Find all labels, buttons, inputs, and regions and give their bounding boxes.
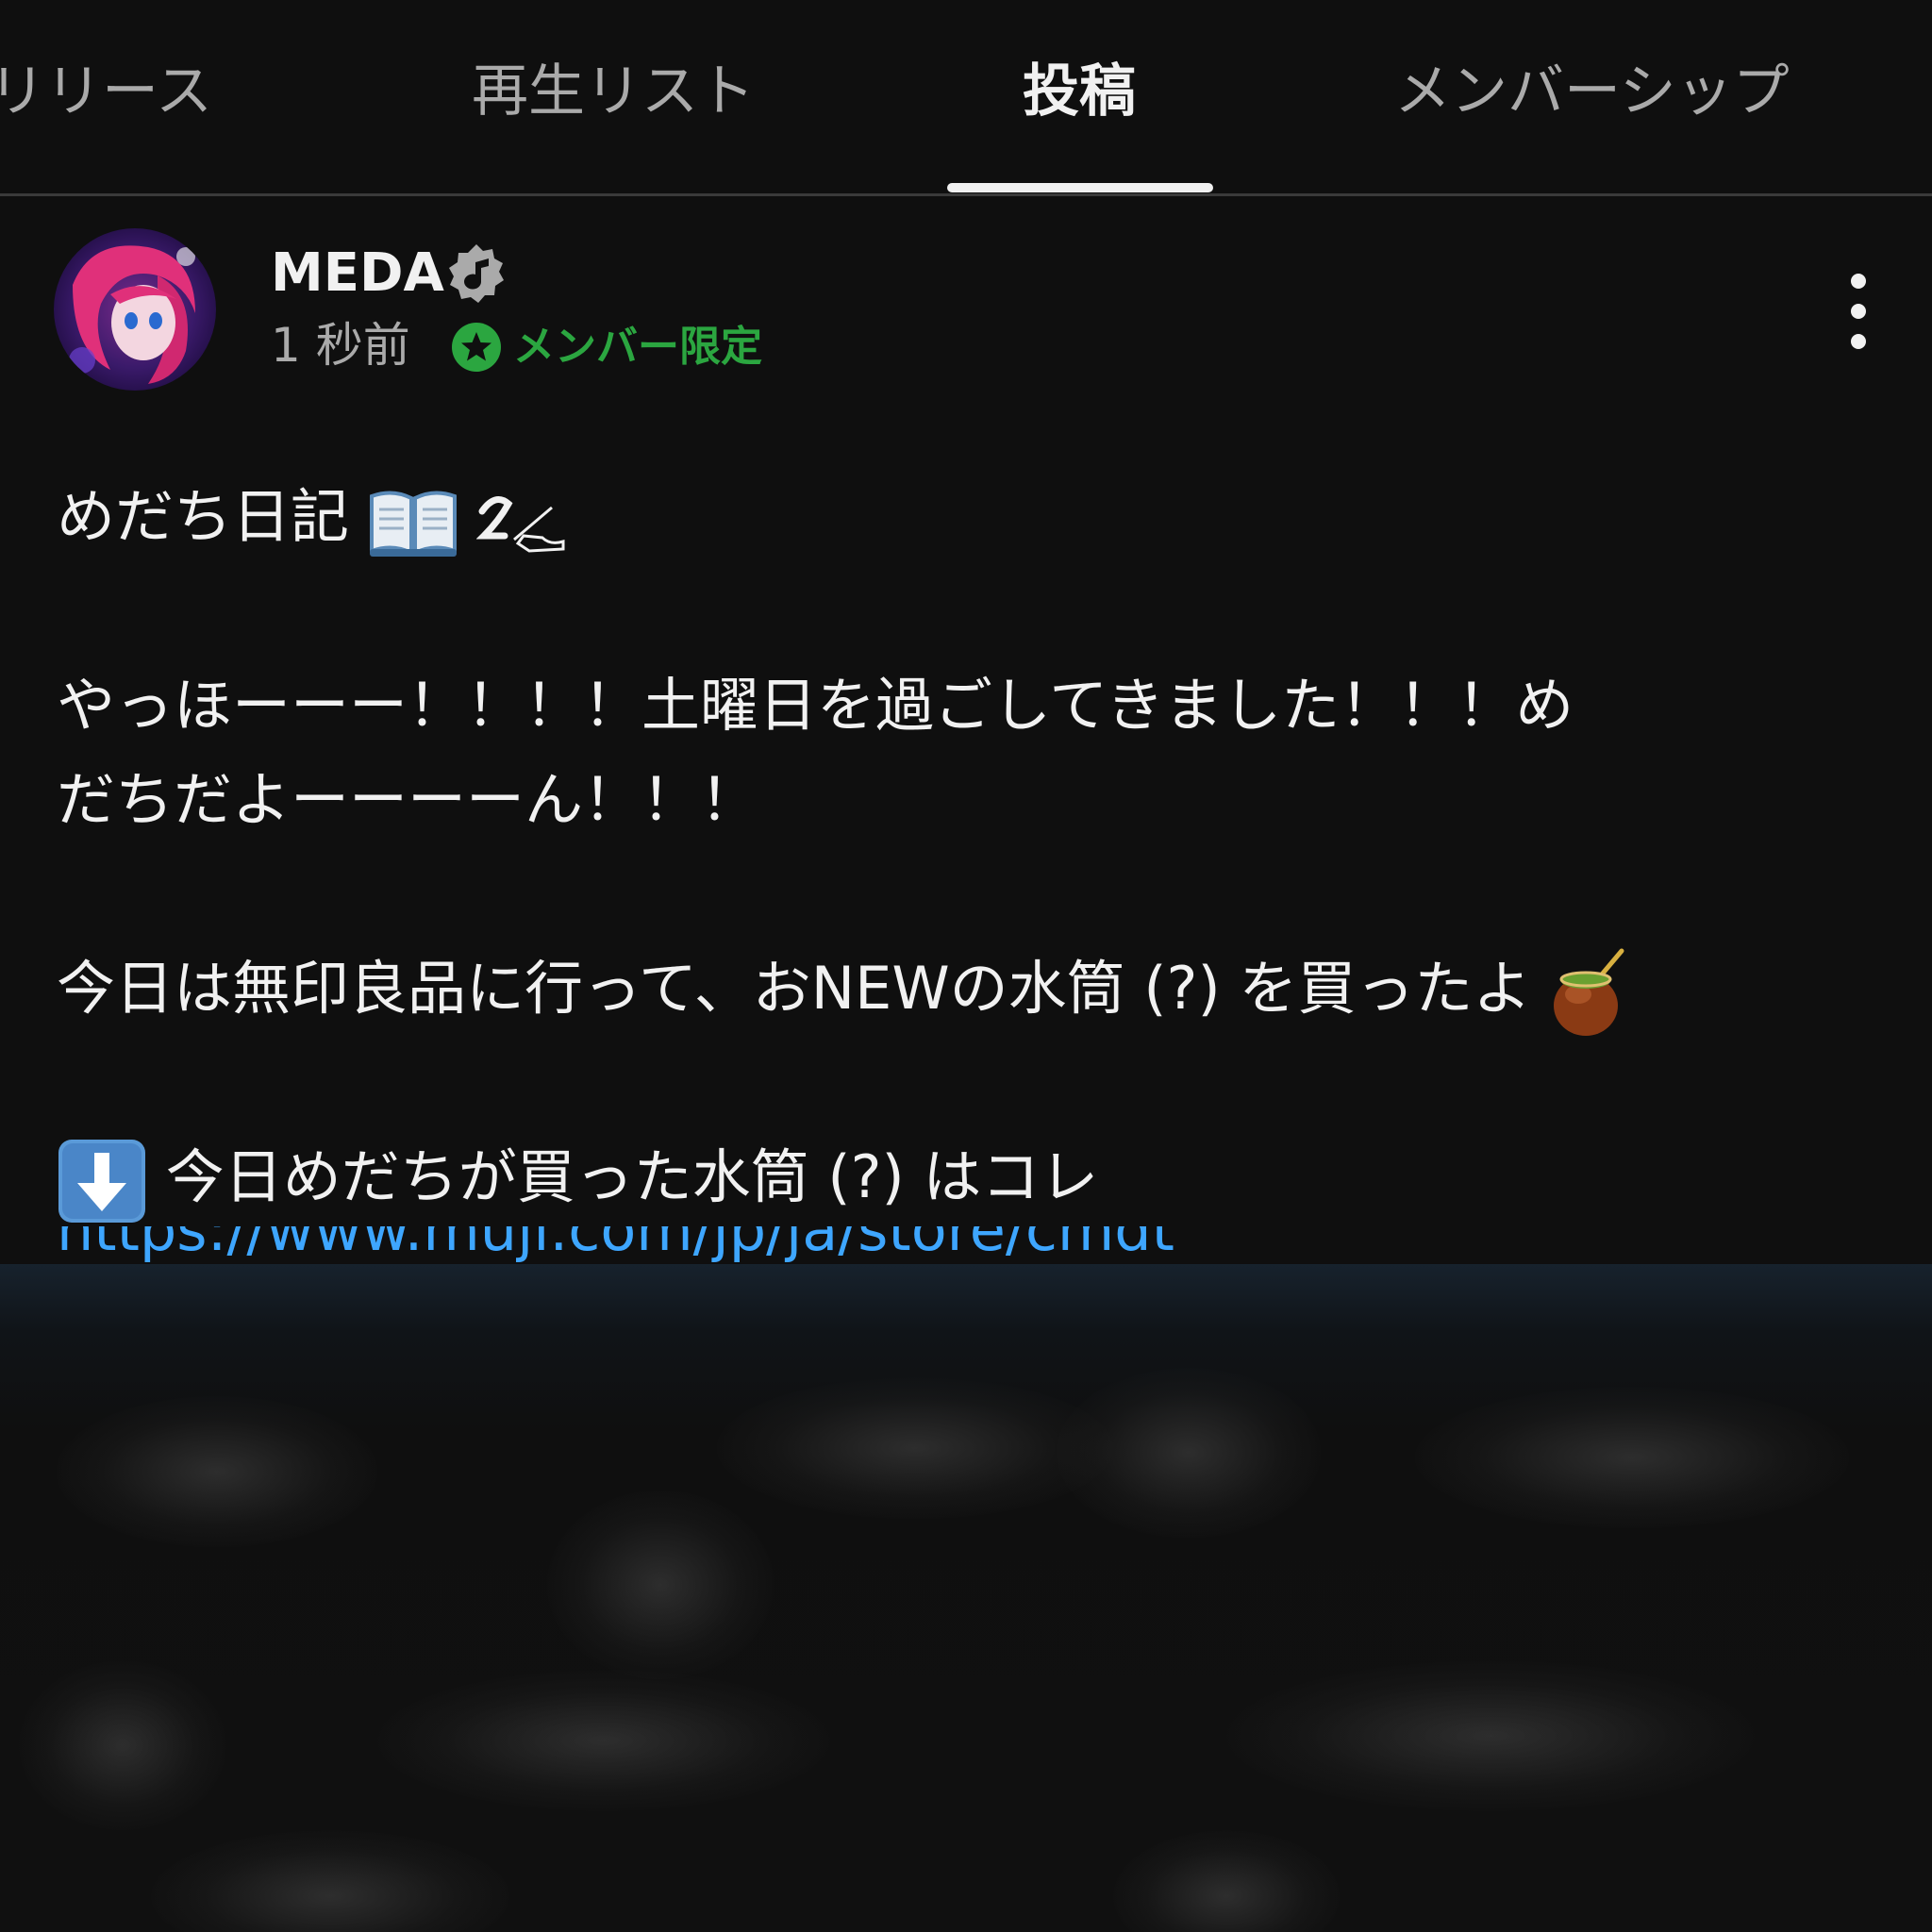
post-text-line: めだち日記 (57, 470, 571, 564)
avatar[interactable] (54, 228, 216, 391)
down-arrow-icon (58, 1139, 145, 1223)
community-post-page: リリース 再生リスト 投稿 メンバーシップ MEDA 1 秒前 メンバー限定 め… (0, 0, 1932, 1932)
post-text-line: 今日は無印良品に行って、おNEWの水筒 (?) を買ったよ (57, 941, 1629, 1040)
post-text-line: やっほーーー！！！！土曜日を過ごしてきました！！！め (57, 671, 1574, 740)
post-text-line: だちだよーーーーん！！！ (57, 765, 759, 834)
writing-hand-icon (476, 495, 565, 553)
open-book-icon (369, 491, 457, 557)
mate-cup-icon (1554, 948, 1624, 1036)
channel-name[interactable]: MEDA (271, 238, 444, 309)
music-note-badge-icon (449, 244, 504, 303)
members-only-label: メンバー限定 (513, 323, 762, 371)
star-badge-icon (452, 323, 501, 372)
tab-posts[interactable]: 投稿 (1023, 49, 1136, 134)
members-only-badge: メンバー限定 (451, 317, 762, 377)
blurred-content-overlay (0, 1264, 1932, 1932)
more-vert-icon (1851, 274, 1866, 289)
tab-playlists[interactable]: 再生リスト (472, 49, 755, 134)
channel-tab-bar: リリース 再生リスト 投稿 メンバーシップ (0, 0, 1932, 196)
avatar-image (54, 228, 216, 391)
active-tab-indicator (947, 183, 1213, 192)
post-link[interactable]: https://www.muji.com/jp/ja/store/cmdt (57, 1226, 1174, 1264)
tab-membership[interactable]: メンバーシップ (1394, 49, 1790, 134)
post-timestamp: 1 秒前 (271, 318, 410, 373)
tab-releases[interactable]: リリース (0, 49, 212, 134)
post-text-line: 今日めだちが買った水筒 (?) はコレ (57, 1130, 1098, 1224)
more-options-button[interactable] (1830, 264, 1887, 358)
